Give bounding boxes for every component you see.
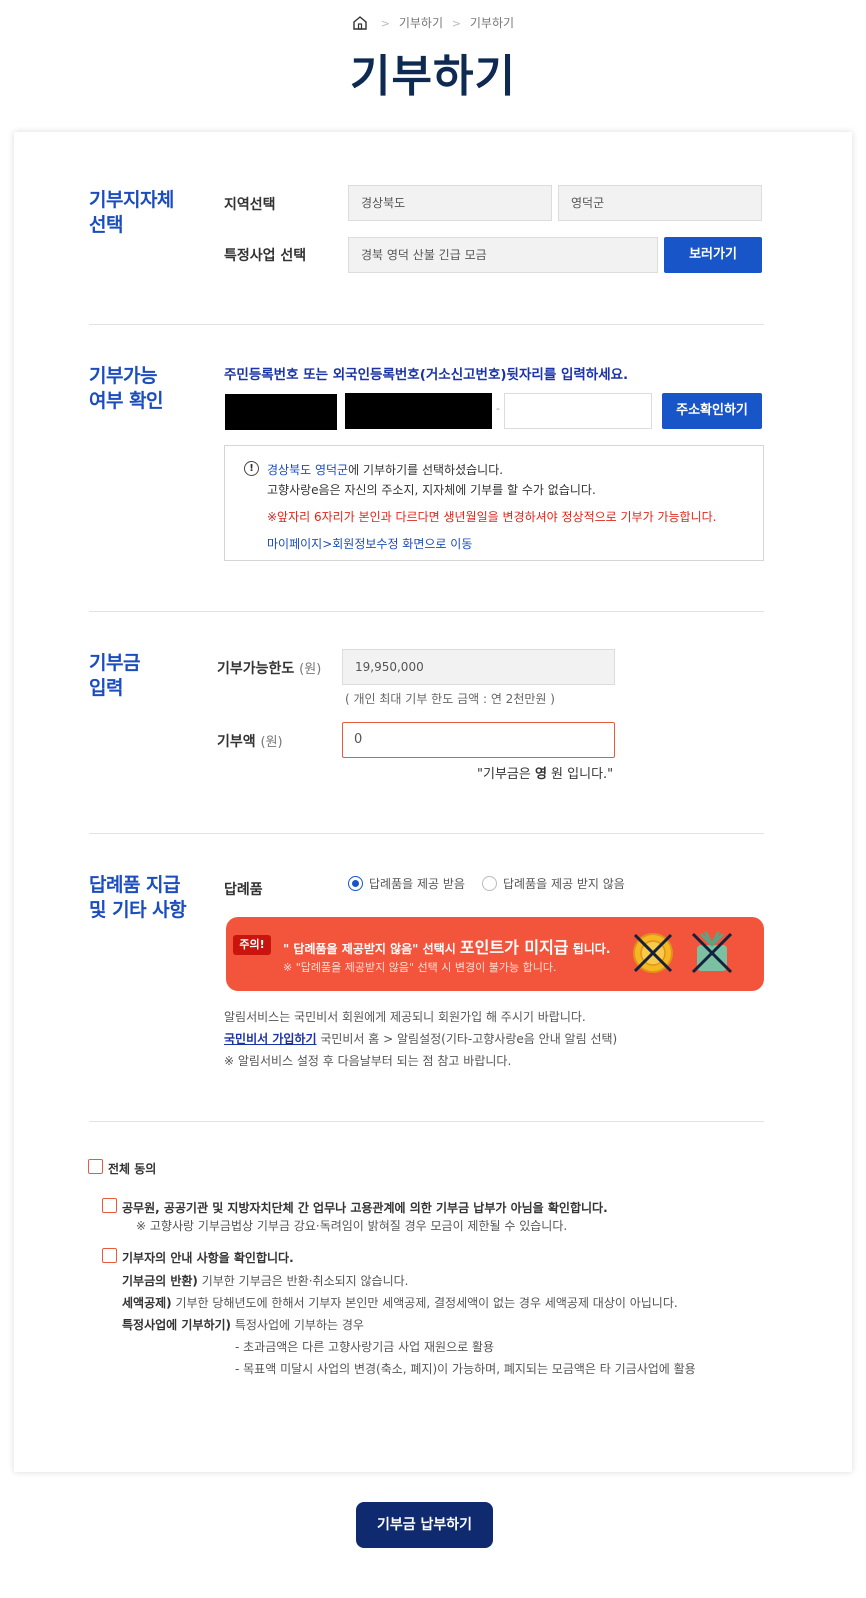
project-bullet-2: - 목표액 미달시 사업의 변경(축소, 폐지)이 가능하며, 폐지되는 모금액…: [235, 1362, 696, 1376]
agree-item2-label[interactable]: 기부자의 안내 사항을 확인합니다.: [122, 1249, 294, 1266]
amount-label-text: 기부액: [217, 734, 256, 750]
limit-note: ( 개인 최대 기부 한도 금액 : 연 2천만원 ): [345, 692, 555, 706]
divider: [89, 1121, 764, 1122]
banner-text: " 답례품을 제공받지 않음" 선택시: [283, 942, 460, 956]
amount-text-bold: 영: [534, 767, 547, 782]
info-text: 기부한 당해년도에 한해서 기부자 본인만 세액공제, 결정세액이 없는 경우 …: [171, 1296, 678, 1310]
section-title-gift: 답례품 지급 및 기타 사항: [89, 874, 187, 921]
radio-receive-gift[interactable]: 답례품을 제공 받음: [348, 875, 465, 892]
id-instruction: 주민등록번호 또는 외국인등록번호(거소신고번호)뒷자리를 입력하세요.: [224, 367, 629, 383]
agree-item2-checkbox[interactable]: [102, 1248, 117, 1263]
id-back-input[interactable]: [504, 393, 652, 429]
section-title-eligibility: 기부가능 여부 확인: [89, 365, 164, 412]
radio-label: 답례품을 제공 받지 않음: [503, 877, 625, 891]
info-label: 세액공제): [122, 1296, 172, 1310]
radio-no-gift[interactable]: 답례품을 제공 받지 않음: [482, 875, 625, 892]
home-icon[interactable]: [352, 15, 368, 33]
province-select[interactable]: 경상북도: [348, 185, 552, 221]
agree-item1-checkbox[interactable]: [102, 1198, 117, 1213]
tax-info: 세액공제) 기부한 당해년도에 한해서 기부자 본인만 세액공제, 결정세액이 …: [122, 1294, 678, 1311]
amount-text: 원 입니다.": [546, 767, 614, 782]
info-text: 기부한 기부금은 반환·취소되지 않습니다.: [197, 1274, 409, 1288]
donation-form-card: 기부지자체 선택 지역선택 경상북도 영덕군 특정사업 선택 경북 영덕 산불 …: [14, 132, 852, 1472]
info-icon: !: [244, 461, 259, 476]
divider: [89, 611, 764, 612]
coin-crossed-icon: [633, 933, 673, 973]
submit-donation-button[interactable]: 기부금 납부하기: [356, 1502, 493, 1548]
alert-service-info: 알림서비스는 국민비서 회원에게 제공되니 회원가입 해 주시기 바랍니다.: [224, 1010, 586, 1024]
banner-text: 됩니다.: [568, 942, 611, 956]
notice-text: 에 기부하기를 선택하셨습니다.: [348, 463, 504, 477]
limit-label: 기부가능한도 (원): [217, 658, 321, 678]
notice-warning: ※앞자리 6자리가 본인과 다르다면 생년월일을 변경하셔야 정상적으로 기부가…: [267, 510, 717, 524]
region-label: 지역선택: [224, 197, 276, 213]
chevron-right-icon: >: [380, 17, 390, 30]
amount-text: "기부금은: [477, 767, 535, 782]
project-bullet-1: - 초과금액은 다른 고향사랑기금 사업 재원으로 활용: [235, 1340, 495, 1354]
notice-line-1: 경상북도 영덕군에 기부하기를 선택하셨습니다.: [267, 461, 503, 478]
breadcrumb-item[interactable]: 기부하기: [399, 16, 443, 30]
gift-crossed-icon: [691, 931, 733, 974]
divider: [89, 833, 764, 834]
breadcrumb-item[interactable]: 기부하기: [470, 16, 514, 30]
mypage-link[interactable]: 마이페이지>회원정보수정 화면으로 이동: [267, 535, 472, 552]
refund-info: 기부금의 반환) 기부한 기부금은 반환·취소되지 않습니다.: [122, 1272, 408, 1289]
agree-all-label[interactable]: 전체 동의: [108, 1160, 156, 1177]
district-select[interactable]: 영덕군: [558, 185, 762, 221]
info-text: 특정사업에 기부하는 경우: [231, 1318, 364, 1332]
selected-region-text: 경상북도 영덕군: [267, 463, 349, 477]
unit-text: (원): [260, 735, 283, 750]
section-title-amount: 기부금 입력: [89, 652, 140, 699]
radio-label: 답례품을 제공 받음: [369, 877, 465, 891]
divider: [89, 324, 764, 325]
signup-text: 국민비서 홈 > 알림설정(기타-고향사랑e음 안내 알림 선택): [316, 1032, 618, 1046]
agree-item1-note: ※ 고향사랑 기부금법상 기부금 강요·독려임이 밝혀질 경우 모금이 제한될 …: [136, 1219, 568, 1233]
agree-item1-label[interactable]: 공무원, 공공기관 및 지방자치단체 간 업무나 고용관계에 의한 기부금 납부…: [122, 1199, 608, 1216]
banner-message: " 답례품을 제공받지 않음" 선택시 포인트가 미지급 됩니다.: [283, 934, 610, 958]
redacted-field: [225, 394, 337, 430]
alert-service-note: ※ 알림서비스 설정 후 다음날부터 되는 점 참고 바랍니다.: [224, 1054, 512, 1068]
notice-box: ! 경상북도 영덕군에 기부하기를 선택하셨습니다. 고향사랑e음은 자신의 주…: [224, 445, 764, 561]
notice-line-2: 고향사랑e음은 자신의 주소지, 지자체에 기부를 할 수가 없습니다.: [267, 483, 596, 497]
project-info: 특정사업에 기부하기) 특정사업에 기부하는 경우: [122, 1316, 364, 1333]
warning-tag: 주의!: [233, 935, 271, 955]
info-label: 특정사업에 기부하기): [122, 1318, 232, 1332]
radio-checked-icon[interactable]: [348, 876, 363, 891]
limit-label-text: 기부가능한도: [217, 661, 295, 677]
banner-text-emphasis: 포인트가 미지급: [459, 938, 569, 957]
project-label: 특정사업 선택: [224, 248, 307, 264]
info-label: 기부금의 반환): [122, 1274, 198, 1288]
dash: -: [496, 402, 500, 415]
amount-korean-text: "기부금은 영 원 입니다.": [477, 763, 613, 782]
view-project-button[interactable]: 보러가기: [664, 237, 762, 273]
warning-banner: 주의! " 답례품을 제공받지 않음" 선택시 포인트가 미지급 됩니다. ※ …: [226, 917, 764, 991]
amount-label: 기부액 (원): [217, 731, 283, 751]
radio-unchecked-icon[interactable]: [482, 876, 497, 891]
amount-input[interactable]: 0: [342, 722, 615, 758]
redacted-field: [345, 393, 492, 429]
unit-text: (원): [299, 662, 322, 677]
agree-all-checkbox[interactable]: [88, 1159, 103, 1174]
project-select[interactable]: 경북 영덕 산불 긴급 모금: [348, 237, 658, 273]
breadcrumb: > 기부하기 > 기부하기: [0, 14, 866, 33]
address-check-button[interactable]: 주소확인하기: [662, 393, 762, 429]
section-title-region: 기부지자체 선택: [89, 189, 174, 236]
limit-value: 19,950,000: [342, 649, 615, 685]
gift-label: 답례품: [224, 882, 263, 898]
signup-link[interactable]: 국민비서 가입하기: [224, 1032, 317, 1046]
page-title: 기부하기: [350, 51, 516, 102]
banner-subtext: ※ "답례품을 제공받지 않음" 선택 시 변경이 불가능 합니다.: [283, 961, 557, 974]
chevron-right-icon: >: [451, 17, 462, 30]
alert-signup-line: 국민비서 가입하기 국민비서 홈 > 알림설정(기타-고향사랑e음 안내 알림 …: [224, 1030, 617, 1047]
